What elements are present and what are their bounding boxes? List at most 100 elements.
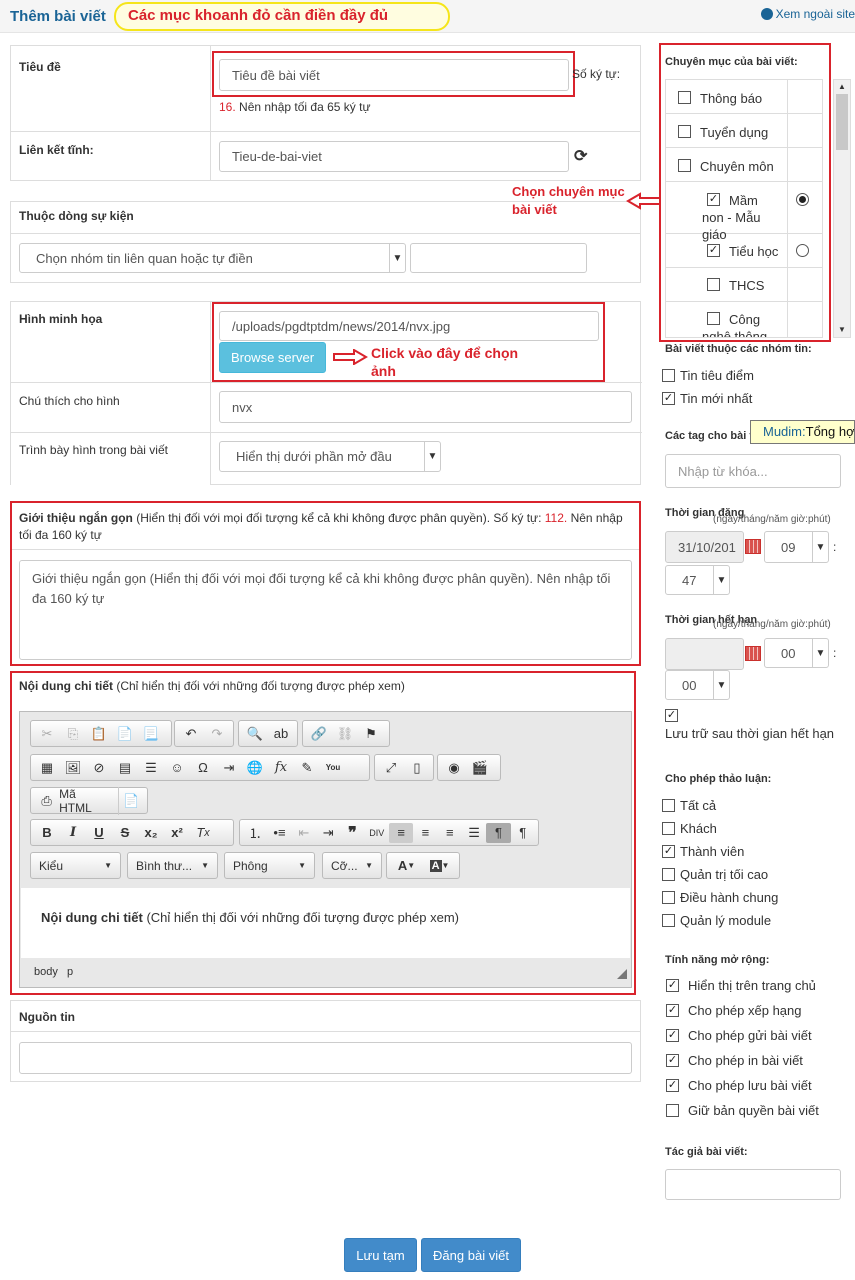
smiley-icon[interactable]: ☺ bbox=[164, 758, 190, 778]
resize-handle-icon[interactable] bbox=[617, 969, 627, 979]
search-icon[interactable]: 🔍 bbox=[242, 724, 268, 744]
align-center-icon[interactable]: ≡ bbox=[413, 823, 437, 843]
chevron-down-icon[interactable]: ▼ bbox=[838, 325, 846, 334]
archive-option[interactable]: ✓ bbox=[665, 707, 678, 722]
size-select[interactable]: Cỡ... ▼ bbox=[322, 852, 382, 879]
discuss-item[interactable]: ✓ Thành viên bbox=[662, 844, 744, 859]
special-char-icon[interactable]: Ω bbox=[190, 758, 216, 778]
title-input[interactable]: Tiêu đề bài viết bbox=[219, 59, 569, 91]
expire-minute-select[interactable]: 00 ▼ bbox=[665, 670, 730, 700]
iframe-icon[interactable]: 🌐 bbox=[242, 758, 268, 778]
view-site-link[interactable]: Xem ngoài site bbox=[760, 7, 855, 21]
group-item[interactable]: ✓ Tin mới nhất bbox=[662, 391, 752, 406]
ext-checkbox[interactable]: ✓ bbox=[666, 1004, 679, 1017]
ext-checkbox[interactable]: ✓ bbox=[666, 1029, 679, 1042]
category-item[interactable]: Chuyên môn bbox=[666, 148, 822, 182]
author-input[interactable] bbox=[665, 1169, 841, 1200]
ext-item[interactable]: Giữ bản quyền bài viết bbox=[666, 1103, 819, 1118]
link-icon[interactable]: 🔗 bbox=[306, 724, 332, 744]
redo-icon[interactable]: ↷ bbox=[204, 724, 230, 744]
youtube-icon[interactable]: You bbox=[320, 758, 346, 778]
category-checkbox[interactable] bbox=[678, 91, 691, 104]
bullet-list-icon[interactable]: •≡ bbox=[267, 823, 291, 843]
category-checkbox[interactable] bbox=[707, 278, 720, 291]
ext-checkbox[interactable]: ✓ bbox=[666, 979, 679, 992]
expire-hour-select[interactable]: 00 ▼ bbox=[764, 638, 829, 668]
intro-textarea[interactable]: Giới thiệu ngắn gọn (Hiển thị đối với mọ… bbox=[19, 560, 632, 660]
anchor-flag-icon[interactable]: ⚑ bbox=[358, 724, 384, 744]
primary-category-radio[interactable] bbox=[796, 193, 809, 206]
editor-content[interactable]: Nội dung chi tiết (Chỉ hiển thị đối với … bbox=[21, 888, 630, 958]
flash-icon[interactable]: ⊘ bbox=[86, 758, 112, 778]
paste-icon[interactable]: 📋 bbox=[86, 724, 112, 744]
numbered-list-icon[interactable]: ⒈ bbox=[243, 823, 267, 843]
category-checkbox[interactable] bbox=[678, 125, 691, 138]
calendar-icon[interactable] bbox=[745, 646, 761, 661]
group-checkbox[interactable] bbox=[662, 369, 675, 382]
discuss-checkbox[interactable] bbox=[662, 914, 675, 927]
discuss-checkbox[interactable] bbox=[662, 799, 675, 812]
image-icon[interactable]: 🖼 bbox=[60, 758, 86, 778]
blockquote-icon[interactable]: ❞ bbox=[340, 823, 364, 843]
align-justify-icon[interactable]: ☰ bbox=[462, 823, 486, 843]
align-left-icon[interactable]: ≡ bbox=[388, 822, 414, 843]
ext-item[interactable]: ✓ Cho phép xếp hạng bbox=[666, 1003, 801, 1018]
discuss-item[interactable]: Khách bbox=[662, 821, 717, 836]
page-break-icon[interactable]: ⇥ bbox=[216, 758, 242, 778]
discuss-item[interactable]: Quản trị tối cao bbox=[662, 867, 768, 882]
unlink-icon[interactable]: ⛓ bbox=[332, 724, 358, 744]
publish-date-input[interactable]: 31/10/201 bbox=[665, 531, 744, 563]
ext-item[interactable]: ✓ Cho phép gửi bài viết bbox=[666, 1028, 812, 1043]
source-input[interactable] bbox=[19, 1042, 632, 1074]
category-list[interactable]: Thông báo Tuyển dụng Chuyên môn ✓ Mầm no… bbox=[665, 79, 823, 338]
superscript-icon[interactable]: x² bbox=[164, 823, 190, 843]
category-checkbox[interactable] bbox=[678, 159, 691, 172]
category-item[interactable]: Tuyển dụng bbox=[666, 114, 822, 148]
chevron-up-icon[interactable]: ▲ bbox=[838, 82, 846, 91]
caption-input[interactable]: nvx bbox=[219, 391, 632, 423]
remove-format-icon[interactable]: Tx bbox=[190, 823, 216, 843]
source-icon[interactable]: ⎙ bbox=[34, 791, 59, 811]
ext-item[interactable]: ✓ Hiển thị trên trang chủ bbox=[666, 978, 816, 993]
tags-input[interactable]: Nhập từ khóa... bbox=[665, 454, 841, 488]
outdent-icon[interactable]: ⇤ bbox=[292, 823, 316, 843]
subscript-icon[interactable]: x₂ bbox=[138, 823, 164, 843]
ext-checkbox[interactable] bbox=[666, 1104, 679, 1117]
publish-minute-select[interactable]: 47 ▼ bbox=[665, 565, 730, 595]
discuss-item[interactable]: Điều hành chung bbox=[662, 890, 778, 905]
discuss-checkbox[interactable] bbox=[662, 868, 675, 881]
replace-icon[interactable]: ab bbox=[268, 724, 294, 744]
category-item[interactable]: ✓ Mầm non - Mẫu giáo bbox=[666, 182, 822, 242]
expire-date-input[interactable] bbox=[665, 638, 744, 670]
archive-checkbox[interactable]: ✓ bbox=[665, 709, 678, 722]
template-icon[interactable]: 📄 bbox=[119, 791, 144, 811]
category-scrollbar[interactable]: ▲ ▼ bbox=[833, 79, 851, 338]
align-right-icon[interactable]: ≡ bbox=[438, 823, 462, 843]
underline-icon[interactable]: U bbox=[86, 823, 112, 843]
ext-item[interactable]: ✓ Cho phép lưu bài viết bbox=[666, 1078, 812, 1093]
calendar-icon[interactable] bbox=[745, 539, 761, 554]
category-item[interactable]: Thông báo bbox=[666, 80, 822, 114]
show-blocks-icon[interactable]: ▯ bbox=[404, 758, 430, 778]
video-icon[interactable]: 🎬 bbox=[467, 758, 493, 778]
discuss-item[interactable]: Tất cả bbox=[662, 798, 716, 813]
discuss-item[interactable]: Quản lý module bbox=[662, 913, 771, 928]
horizontal-line-icon[interactable]: ☰ bbox=[138, 758, 164, 778]
maximize-icon[interactable]: ⤢ bbox=[378, 758, 404, 778]
form-icon[interactable]: ▦ bbox=[34, 758, 60, 778]
html-source-button[interactable]: Mã HTML bbox=[59, 786, 119, 815]
formula-icon[interactable]: fx bbox=[268, 758, 294, 778]
undo-icon[interactable]: ↶ bbox=[178, 724, 204, 744]
category-checkbox[interactable]: ✓ bbox=[707, 244, 720, 257]
italic-icon[interactable]: I bbox=[60, 823, 86, 843]
code-icon[interactable]: ✎ bbox=[294, 758, 320, 778]
copy-icon[interactable]: ⎘ bbox=[60, 724, 86, 744]
ext-checkbox[interactable]: ✓ bbox=[666, 1054, 679, 1067]
image-path-input[interactable]: /uploads/pgdtptdm/news/2014/nvx.jpg bbox=[219, 311, 599, 341]
discuss-checkbox[interactable] bbox=[662, 822, 675, 835]
indent-icon[interactable]: ⇥ bbox=[316, 823, 340, 843]
cut-icon[interactable]: ✂ bbox=[34, 724, 60, 744]
ext-checkbox[interactable]: ✓ bbox=[666, 1079, 679, 1092]
browser-icon[interactable]: ◉ bbox=[441, 758, 467, 778]
scrollbar-thumb[interactable] bbox=[836, 94, 848, 150]
